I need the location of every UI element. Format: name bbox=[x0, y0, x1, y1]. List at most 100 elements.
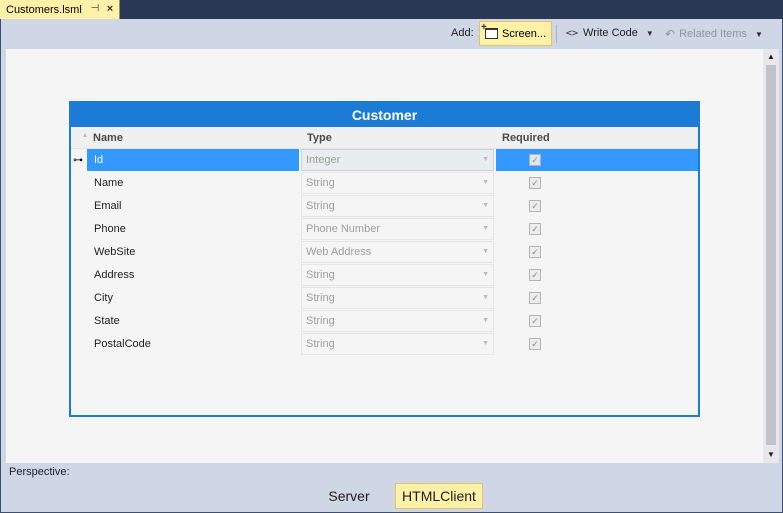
property-row[interactable]: ⊶ Id Integer ▼ ✓ bbox=[71, 149, 698, 172]
required-checkbox[interactable]: ✓ bbox=[529, 223, 541, 235]
row-filler bbox=[577, 149, 698, 171]
related-items-label: Related Items bbox=[679, 28, 747, 40]
property-row[interactable]: WebSite Web Address ▼ ✓ bbox=[71, 241, 698, 264]
row-filler bbox=[577, 333, 698, 355]
sort-indicator-icon: ▲ bbox=[82, 133, 88, 139]
add-screen-label: Screen... bbox=[502, 27, 547, 40]
property-name-cell[interactable]: City bbox=[87, 287, 299, 309]
row-gutter[interactable] bbox=[71, 310, 87, 332]
property-type-dropdown[interactable]: String ▼ bbox=[301, 264, 494, 286]
property-type-value: String bbox=[306, 200, 335, 212]
chevron-down-icon[interactable]: ▼ bbox=[482, 288, 489, 308]
property-name-cell[interactable]: Id bbox=[87, 149, 299, 171]
property-type-dropdown[interactable]: String ▼ bbox=[301, 195, 494, 217]
pin-icon[interactable]: ⊣ bbox=[89, 3, 101, 15]
property-row[interactable]: Phone Phone Number ▼ ✓ bbox=[71, 218, 698, 241]
row-gutter[interactable] bbox=[71, 287, 87, 309]
chevron-down-icon[interactable]: ▼ bbox=[482, 311, 489, 331]
chevron-down-icon[interactable]: ▼ bbox=[755, 30, 763, 39]
property-type-value: Phone Number bbox=[306, 223, 380, 235]
property-name-cell[interactable]: PostalCode bbox=[87, 333, 299, 355]
chevron-down-icon[interactable]: ▼ bbox=[482, 196, 489, 216]
chevron-down-icon[interactable]: ▼ bbox=[646, 29, 654, 38]
property-name-cell[interactable]: State bbox=[87, 310, 299, 332]
row-filler bbox=[577, 287, 698, 309]
property-required-cell: ✓ bbox=[496, 172, 577, 194]
chevron-down-icon[interactable]: ▼ bbox=[482, 242, 489, 262]
chevron-down-icon[interactable]: ▼ bbox=[482, 334, 489, 354]
document-tab-strip: Customers.lsml ⊣ × bbox=[0, 0, 783, 19]
row-gutter[interactable] bbox=[71, 333, 87, 355]
property-required-cell: ✓ bbox=[496, 310, 577, 332]
write-code-label: Write Code bbox=[583, 27, 638, 39]
required-checkbox[interactable]: ✓ bbox=[529, 154, 541, 166]
required-checkbox[interactable]: ✓ bbox=[529, 292, 541, 304]
vertical-scrollbar[interactable]: ▲ ▼ bbox=[763, 49, 779, 463]
required-checkbox[interactable]: ✓ bbox=[529, 338, 541, 350]
property-type-dropdown[interactable]: String ▼ bbox=[301, 172, 494, 194]
property-row[interactable]: State String ▼ ✓ bbox=[71, 310, 698, 333]
property-type-dropdown[interactable]: String ▼ bbox=[301, 333, 494, 355]
row-filler bbox=[577, 264, 698, 286]
add-label: Add: bbox=[451, 27, 474, 39]
write-code-button[interactable]: <> Write Code ▼ bbox=[566, 27, 654, 39]
property-type-dropdown[interactable]: Integer ▼ bbox=[301, 149, 494, 171]
property-row[interactable]: Address String ▼ ✓ bbox=[71, 264, 698, 287]
chevron-down-icon[interactable]: ▼ bbox=[482, 219, 489, 239]
required-checkbox[interactable]: ✓ bbox=[529, 315, 541, 327]
scroll-up-icon[interactable]: ▲ bbox=[763, 49, 779, 65]
property-name-cell[interactable]: WebSite bbox=[87, 241, 299, 263]
required-checkbox[interactable]: ✓ bbox=[529, 200, 541, 212]
property-name-cell[interactable]: Name bbox=[87, 172, 299, 194]
property-required-cell: ✓ bbox=[496, 241, 577, 263]
document-tab[interactable]: Customers.lsml ⊣ × bbox=[0, 0, 120, 19]
property-type-dropdown[interactable]: String ▼ bbox=[301, 287, 494, 309]
row-filler bbox=[577, 218, 698, 240]
row-gutter[interactable] bbox=[71, 241, 87, 263]
property-type-dropdown[interactable]: String ▼ bbox=[301, 310, 494, 332]
chevron-down-icon[interactable]: ▼ bbox=[482, 150, 489, 170]
row-filler bbox=[577, 241, 698, 263]
perspective-htmlclient-button[interactable]: HTMLClient bbox=[395, 483, 483, 509]
property-name-cell[interactable]: Address bbox=[87, 264, 299, 286]
required-checkbox[interactable]: ✓ bbox=[529, 177, 541, 189]
scroll-down-icon[interactable]: ▼ bbox=[763, 447, 779, 463]
related-items-button[interactable]: ↶ Related Items ▼ bbox=[665, 27, 763, 41]
row-gutter[interactable] bbox=[71, 172, 87, 194]
row-gutter[interactable] bbox=[71, 264, 87, 286]
add-screen-button[interactable]: Screen... bbox=[479, 21, 552, 46]
row-gutter[interactable]: ⊶ bbox=[71, 149, 87, 171]
perspective-label: Perspective: bbox=[9, 466, 70, 478]
property-rows: ⊶ Id Integer ▼ ✓ Name String ▼ ✓ Email String ▼ ✓ Pho… bbox=[71, 149, 698, 356]
close-icon[interactable]: × bbox=[104, 3, 116, 15]
property-type-value: Integer bbox=[306, 154, 341, 166]
property-required-cell: ✓ bbox=[496, 287, 577, 309]
perspective-bar: Perspective: Server HTMLClient bbox=[1, 463, 782, 512]
property-type-dropdown[interactable]: Phone Number ▼ bbox=[301, 218, 494, 240]
key-icon: ⊶ bbox=[73, 155, 83, 166]
property-required-cell: ✓ bbox=[496, 333, 577, 355]
property-row[interactable]: Email String ▼ ✓ bbox=[71, 195, 698, 218]
property-type-value: String bbox=[306, 269, 335, 281]
row-gutter[interactable] bbox=[71, 195, 87, 217]
property-name-cell[interactable]: Phone bbox=[87, 218, 299, 240]
row-gutter[interactable] bbox=[71, 218, 87, 240]
property-type-dropdown[interactable]: Web Address ▼ bbox=[301, 241, 494, 263]
property-row[interactable]: Name String ▼ ✓ bbox=[71, 172, 698, 195]
property-required-cell: ✓ bbox=[496, 218, 577, 240]
chevron-down-icon[interactable]: ▼ bbox=[482, 173, 489, 193]
property-row[interactable]: City String ▼ ✓ bbox=[71, 287, 698, 310]
property-required-cell: ✓ bbox=[496, 195, 577, 217]
column-header-required: Required bbox=[502, 132, 550, 144]
required-checkbox[interactable]: ✓ bbox=[529, 246, 541, 258]
property-row[interactable]: PostalCode String ▼ ✓ bbox=[71, 333, 698, 356]
perspective-server-button[interactable]: Server bbox=[319, 483, 379, 509]
required-checkbox[interactable]: ✓ bbox=[529, 269, 541, 281]
row-filler bbox=[577, 310, 698, 332]
row-filler bbox=[577, 172, 698, 194]
property-required-cell: ✓ bbox=[496, 264, 577, 286]
chevron-down-icon[interactable]: ▼ bbox=[482, 265, 489, 285]
property-type-value: String bbox=[306, 338, 335, 350]
property-name-cell[interactable]: Email bbox=[87, 195, 299, 217]
scroll-thumb[interactable] bbox=[766, 65, 776, 445]
